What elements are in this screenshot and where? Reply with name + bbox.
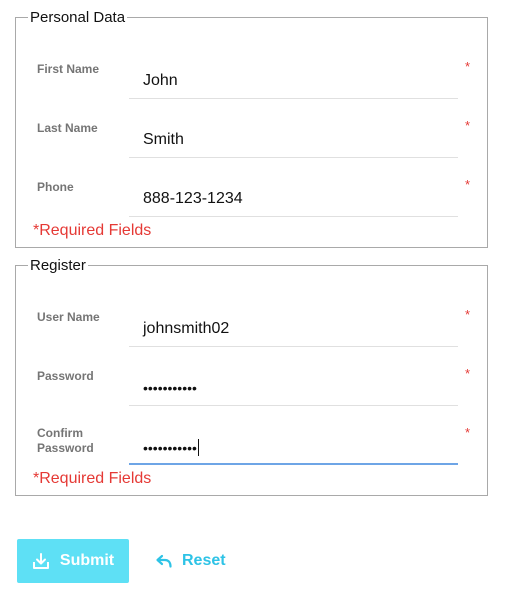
undo-icon	[155, 552, 173, 570]
username-required-marker: *	[465, 307, 471, 322]
phone-input[interactable]: 888-123-1234	[129, 177, 458, 217]
confirm-password-input[interactable]: •••••••••••	[129, 425, 458, 465]
text-caret	[197, 439, 199, 456]
username-row: User Name johnsmith02 *	[16, 288, 487, 347]
first-name-row: First Name John *	[16, 40, 487, 99]
submit-label: Submit	[59, 552, 115, 569]
last-name-input[interactable]: Smith	[129, 118, 458, 158]
phone-label: Phone	[37, 180, 74, 194]
confirm-password-label-line2: Password	[37, 441, 94, 455]
password-value: •••••••••••	[143, 380, 197, 396]
first-name-label: First Name	[37, 62, 100, 76]
reset-label: Reset	[182, 552, 226, 569]
first-name-value: John	[143, 72, 178, 89]
password-required-marker: *	[465, 366, 471, 381]
submit-button[interactable]: Submit	[17, 539, 129, 583]
last-name-value: Smith	[143, 131, 184, 148]
last-name-row: Last Name Smith *	[16, 99, 487, 158]
phone-value: 888-123-1234	[143, 190, 243, 207]
confirm-password-value: •••••••••••	[143, 440, 197, 456]
confirm-password-label-line1: Confirm	[37, 426, 83, 440]
last-name-label: Last Name	[37, 121, 98, 135]
first-name-input[interactable]: John	[129, 59, 458, 99]
reset-button[interactable]: Reset	[150, 539, 245, 583]
personal-data-fieldset: Personal Data First Name John * Last Nam…	[15, 9, 488, 248]
register-fieldset: Register User Name johnsmith02 * Passwor…	[15, 257, 488, 496]
confirm-password-label: Confirm Password	[37, 426, 127, 456]
first-name-required-marker: *	[465, 59, 471, 74]
confirm-password-value-wrap: •••••••••••	[143, 439, 199, 456]
personal-required-note: *Required Fields	[33, 222, 152, 239]
confirm-password-row: Confirm Password ••••••••••• *	[16, 406, 487, 465]
username-label: User Name	[37, 310, 100, 324]
register-legend: Register	[30, 257, 86, 274]
last-name-required-marker: *	[465, 118, 471, 133]
password-input[interactable]: •••••••••••	[129, 366, 458, 406]
password-label: Password	[37, 369, 94, 383]
register-required-note: *Required Fields	[33, 470, 152, 487]
password-row: Password ••••••••••• *	[16, 347, 487, 406]
phone-required-marker: *	[465, 177, 471, 192]
username-value: johnsmith02	[143, 320, 230, 337]
personal-data-legend: Personal Data	[30, 9, 126, 26]
download-icon	[32, 552, 50, 570]
phone-row: Phone 888-123-1234 *	[16, 158, 487, 217]
username-input[interactable]: johnsmith02	[129, 307, 458, 347]
confirm-password-required-marker: *	[465, 425, 471, 440]
